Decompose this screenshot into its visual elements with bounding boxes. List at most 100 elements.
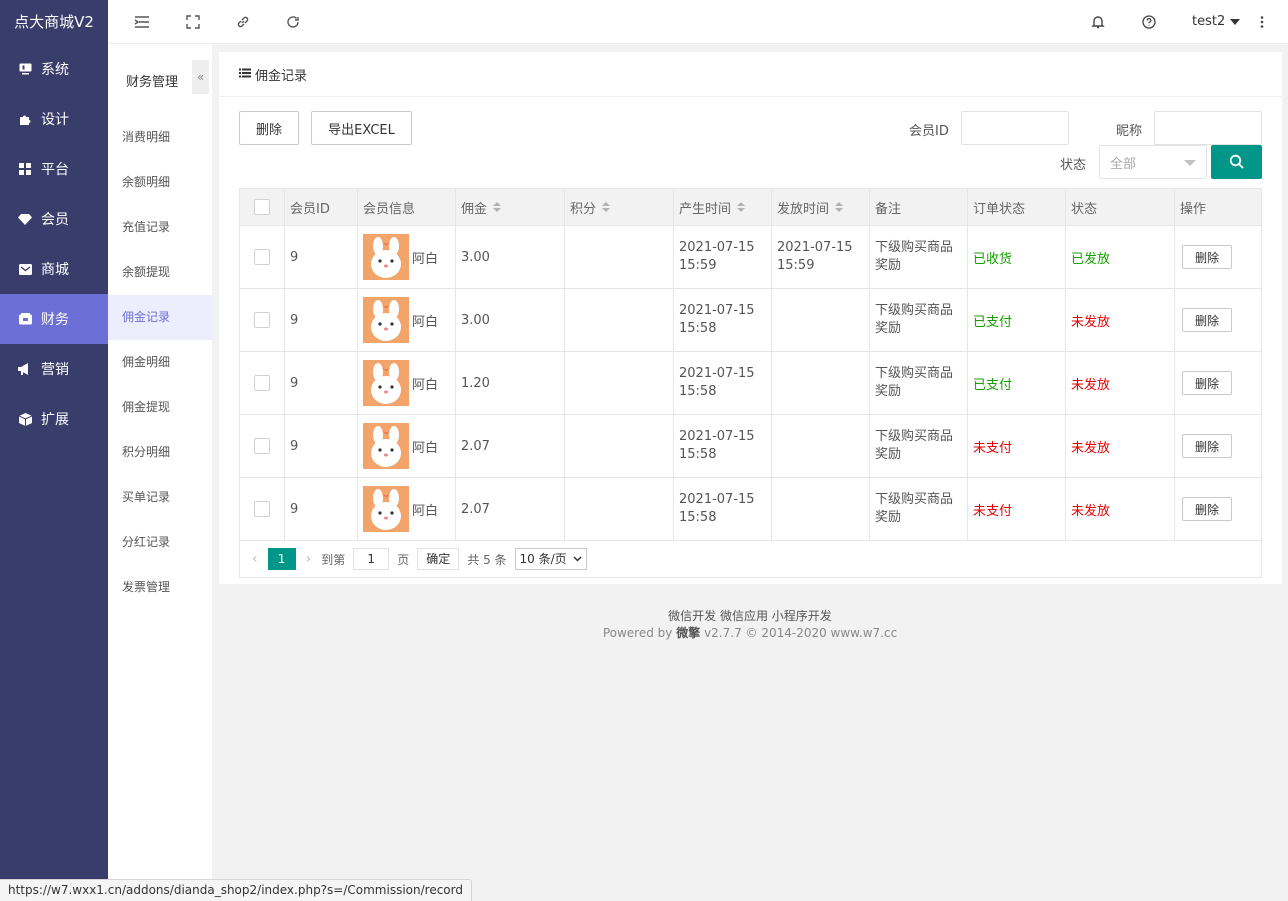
brand-logo[interactable]: 点大商城V2	[0, 0, 108, 44]
nav-item-label: 系统	[41, 62, 69, 78]
row-select-cell	[240, 289, 285, 351]
bell-icon[interactable]	[1089, 13, 1107, 31]
row-delete-button[interactable]: 删除	[1182, 434, 1232, 458]
page-size-select[interactable]: 10 条/页	[514, 548, 587, 570]
nav-item-1[interactable]: 设计	[0, 94, 108, 144]
cell-created-time: 2021-07-15 15:58	[674, 478, 772, 540]
table-row: 9 阿白 2.07 2021-07-15 15:58 下级购买商品奖励 未支付 未发放 删除	[240, 478, 1261, 541]
subnav-item-10[interactable]: 发票管理	[108, 565, 212, 610]
footer-links[interactable]: 微信开发 微信应用 小程序开发	[212, 608, 1288, 625]
row-select-cell	[240, 478, 285, 540]
sort-icon	[493, 202, 502, 212]
link-icon[interactable]	[234, 13, 252, 31]
cell-points	[565, 478, 674, 540]
user-menu[interactable]: test2	[1192, 14, 1241, 29]
next-page-icon[interactable]: ›	[306, 551, 312, 567]
help-icon[interactable]	[1140, 13, 1158, 31]
nav-item-label: 扩展	[41, 412, 69, 428]
nav-item-4[interactable]: 商城	[0, 244, 108, 294]
col-issued-time[interactable]: 发放时间	[772, 189, 870, 225]
cell-order-status: 未支付	[968, 478, 1066, 540]
refresh-icon[interactable]	[284, 13, 302, 31]
cell-commission: 3.00	[456, 226, 565, 288]
subnav-item-1[interactable]: 余额明细	[108, 160, 212, 205]
diamond-icon	[18, 212, 32, 226]
nav-item-3[interactable]: 会员	[0, 194, 108, 244]
cell-actions: 删除	[1175, 226, 1261, 288]
avatar	[363, 486, 409, 532]
cell-created-time: 2021-07-15 15:58	[674, 289, 772, 351]
page-current[interactable]: 1	[267, 548, 296, 570]
cell-member-id: 9	[285, 226, 358, 288]
commission-record-panel: 佣金记录 删除 导出EXCEL 会员ID 昵称 状态 全部 会员ID 会员信息 …	[219, 52, 1282, 584]
sort-icon	[737, 202, 746, 212]
cell-member-id: 9	[285, 478, 358, 540]
nickname-input[interactable]	[1154, 111, 1262, 145]
nav-item-5[interactable]: 财务	[0, 294, 108, 344]
more-vertical-icon[interactable]	[1253, 13, 1271, 31]
cell-remark: 下级购买商品奖励	[870, 289, 968, 351]
cell-actions: 删除	[1175, 478, 1261, 540]
nickname-label: 昵称	[1116, 124, 1143, 139]
subnav-item-9[interactable]: 分红记录	[108, 520, 212, 565]
cell-remark: 下级购买商品奖励	[870, 478, 968, 540]
export-excel-button[interactable]: 导出EXCEL	[311, 111, 412, 145]
subnav-item-7[interactable]: 积分明细	[108, 430, 212, 475]
goto-page-input[interactable]: 1	[353, 548, 390, 570]
goto-confirm-button[interactable]: 确定	[417, 548, 460, 570]
col-remark: 备注	[870, 189, 968, 225]
nav-item-0[interactable]: 系统	[0, 44, 108, 94]
row-checkbox[interactable]	[254, 249, 270, 265]
avatar	[363, 297, 409, 343]
cell-created-time: 2021-07-15 15:58	[674, 352, 772, 414]
member-nickname: 阿白	[412, 251, 439, 267]
row-checkbox[interactable]	[254, 438, 270, 454]
avatar	[363, 423, 409, 469]
prev-page-icon[interactable]: ‹	[252, 551, 258, 567]
subnav-item-6[interactable]: 佣金提现	[108, 385, 212, 430]
cell-points	[565, 415, 674, 477]
nav-item-label: 平台	[41, 162, 69, 178]
mail-icon	[18, 262, 32, 276]
nav-item-7[interactable]: 扩展	[0, 394, 108, 444]
row-delete-button[interactable]: 删除	[1182, 497, 1232, 521]
col-commission[interactable]: 佣金	[456, 189, 565, 225]
search-button[interactable]	[1211, 145, 1262, 179]
row-checkbox[interactable]	[254, 501, 270, 517]
search-icon	[1229, 154, 1244, 169]
nav-item-2[interactable]: 平台	[0, 144, 108, 194]
subnav-item-2[interactable]: 充值记录	[108, 205, 212, 250]
subnav-item-0[interactable]: 消费明细	[108, 115, 212, 160]
row-delete-button[interactable]: 删除	[1182, 371, 1232, 395]
menu-toggle-icon[interactable]	[133, 13, 151, 31]
select-all-checkbox[interactable]	[254, 199, 270, 215]
fullscreen-icon[interactable]	[184, 13, 202, 31]
delete-button[interactable]: 删除	[239, 111, 299, 145]
select-all-cell	[240, 189, 285, 225]
cube-icon	[18, 412, 32, 426]
subnav-item-3[interactable]: 余额提现	[108, 250, 212, 295]
col-points[interactable]: 积分	[565, 189, 674, 225]
row-delete-button[interactable]: 删除	[1182, 245, 1232, 269]
member-id-input[interactable]	[961, 111, 1069, 145]
avatar	[363, 234, 409, 280]
cell-issued-time	[772, 415, 870, 477]
row-checkbox[interactable]	[254, 312, 270, 328]
dropdown-arrow-icon	[1184, 160, 1196, 166]
col-member-id: 会员ID	[285, 189, 358, 225]
status-select[interactable]: 全部	[1099, 145, 1207, 179]
subnav-item-5[interactable]: 佣金明细	[108, 340, 212, 385]
subnav-item-8[interactable]: 买单记录	[108, 475, 212, 520]
nav-item-6[interactable]: 营销	[0, 344, 108, 394]
row-checkbox[interactable]	[254, 375, 270, 391]
row-delete-button[interactable]: 删除	[1182, 308, 1232, 332]
col-created-time[interactable]: 产生时间	[674, 189, 772, 225]
cell-status: 未发放	[1066, 352, 1175, 414]
table-header: 会员ID 会员信息 佣金 积分 产生时间 发放时间 备注 订单状态 状态 操作	[240, 189, 1261, 226]
subnav-item-4[interactable]: 佣金记录	[108, 295, 212, 340]
cell-member-id: 9	[285, 415, 358, 477]
nav-item-label: 设计	[41, 112, 69, 128]
collapse-sidebar-button[interactable]: «	[192, 60, 209, 94]
member-nickname: 阿白	[412, 377, 439, 393]
cell-member-info: 阿白	[358, 289, 456, 351]
